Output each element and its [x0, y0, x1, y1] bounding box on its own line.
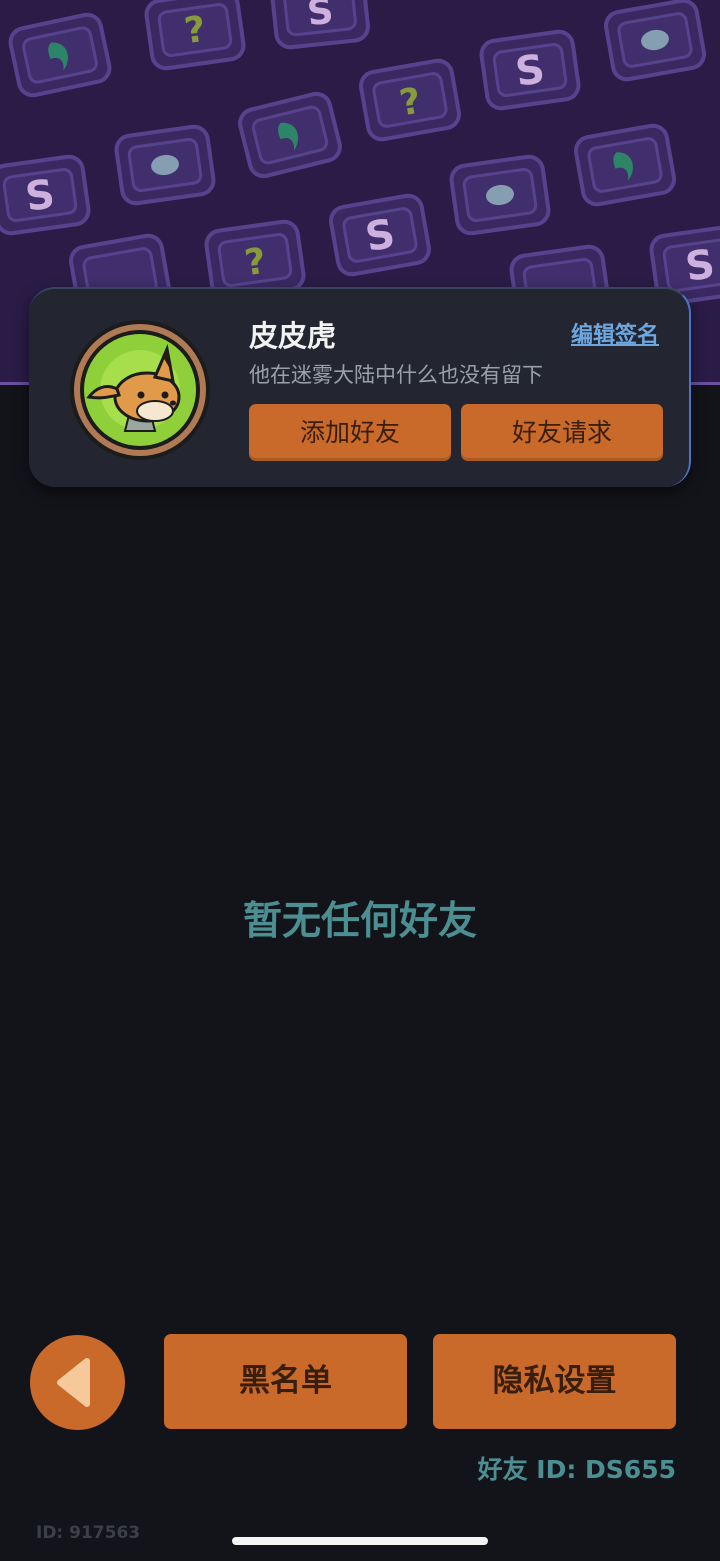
edit-signature-link[interactable]: 编辑签名 [571, 317, 659, 349]
back-arrow-icon [57, 1358, 90, 1407]
svg-text:S: S [305, 0, 335, 34]
privacy-settings-button[interactable]: 隐私设置 [433, 1334, 676, 1429]
signature-text: 他在迷雾大陆中什么也没有留下 [249, 363, 543, 387]
user-id-label: ID: 917563 [36, 1523, 141, 1543]
avatar[interactable] [69, 319, 211, 461]
profile-card: 皮皮虎 编辑签名 他在迷雾大陆中什么也没有留下 添加好友 好友请求 [29, 287, 691, 487]
empty-friends-message: 暂无任何好友 [242, 899, 477, 944]
friend-request-button[interactable]: 好友请求 [461, 404, 663, 461]
back-button[interactable] [30, 1335, 125, 1430]
add-friend-button[interactable]: 添加好友 [249, 404, 451, 461]
friends-screen: ? S S ? S S ? S 皮皮虎 编辑签名 他在迷雾大陆中什么也没有留下 … [0, 0, 720, 1561]
friend-id-label: 好友 ID: DS655 [477, 1455, 676, 1484]
nickname: 皮皮虎 [249, 319, 337, 353]
home-indicator[interactable] [232, 1537, 488, 1545]
fox-avatar-icon [70, 320, 210, 460]
blacklist-button[interactable]: 黑名单 [164, 1334, 407, 1429]
